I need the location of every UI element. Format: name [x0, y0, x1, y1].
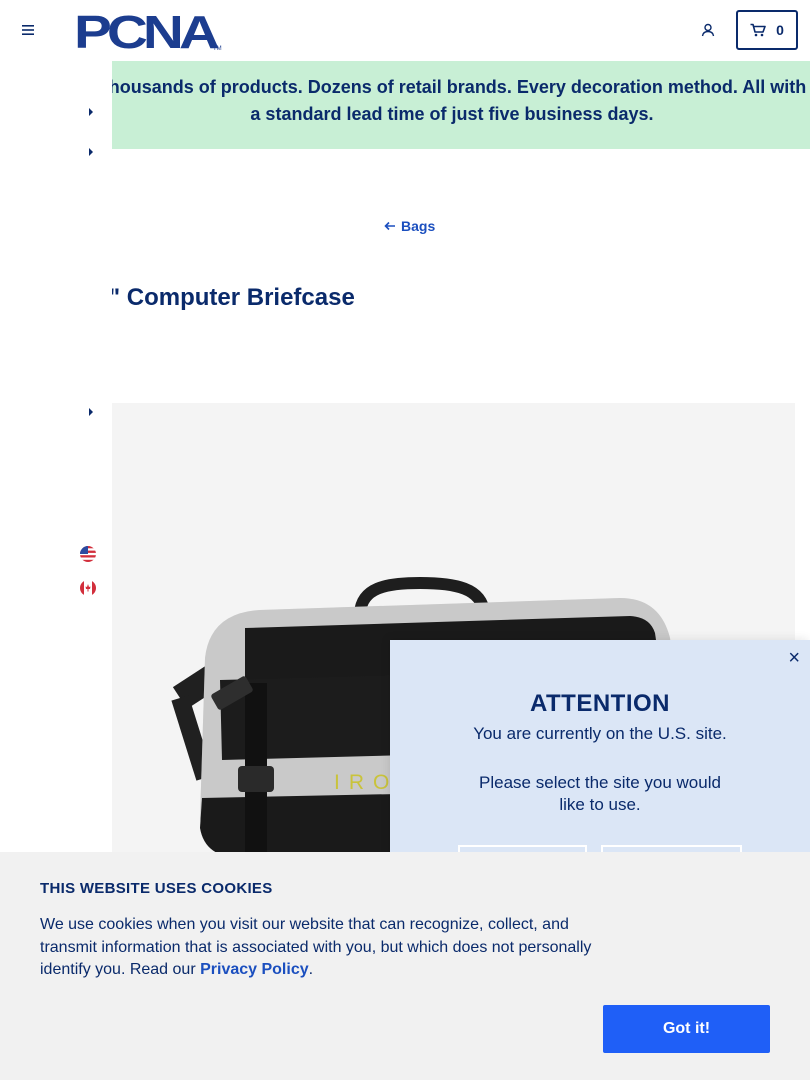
back-link-label: Bags — [401, 218, 436, 234]
cart-icon — [750, 23, 766, 37]
menu-button[interactable] — [18, 20, 38, 40]
cart-count: 0 — [776, 22, 784, 38]
product-title: 15" Computer Briefcase — [112, 284, 355, 311]
modal-title: ATTENTION — [529, 690, 671, 717]
privacy-policy-link[interactable]: Privacy Policy — [200, 961, 309, 978]
modal-select-site-text: Please select the site you would like to… — [479, 773, 721, 814]
cart-button[interactable]: 0 — [736, 10, 798, 50]
ca-flag-icon[interactable] — [80, 580, 96, 596]
pcna-logo[interactable]: PCNA TM — [74, 6, 224, 58]
cookie-body-text: We use cookies when you visit our websit… — [40, 916, 592, 978]
banner-text: Thousands of products. Dozens of retail … — [112, 77, 807, 124]
cookie-consent-bar: THIS WEBSITE USES COOKIES We use cookies… — [0, 852, 810, 1080]
caret-right-icon[interactable] — [86, 146, 96, 158]
site-header: PCNA TM 0 — [0, 0, 810, 60]
caret-right-icon[interactable] — [86, 106, 96, 118]
account-button[interactable] — [697, 19, 719, 41]
menu-icon — [22, 25, 34, 35]
product-title-container: 15" Computer Briefcase — [112, 284, 712, 320]
promo-banner: Thousands of products. Dozens of retail … — [112, 61, 810, 149]
modal-current-site-text: You are currently on the U.S. site. — [473, 724, 727, 743]
arrow-left-icon — [384, 221, 395, 231]
user-icon — [701, 23, 715, 37]
left-rail — [0, 60, 112, 880]
caret-right-icon[interactable] — [86, 406, 96, 418]
logo-text: PCNA — [74, 8, 218, 52]
back-to-bags-link[interactable]: Bags — [384, 218, 435, 234]
accept-cookies-button[interactable]: Got it! — [603, 1005, 770, 1053]
logo-tm: TM — [213, 46, 222, 52]
cookie-title: THIS WEBSITE USES COOKIES — [40, 880, 273, 897]
cookie-period: . — [308, 961, 314, 978]
us-flag-icon[interactable] — [80, 546, 96, 562]
cookie-text: We use cookies when you visit our websit… — [40, 914, 610, 982]
close-icon[interactable]: × — [788, 648, 800, 668]
